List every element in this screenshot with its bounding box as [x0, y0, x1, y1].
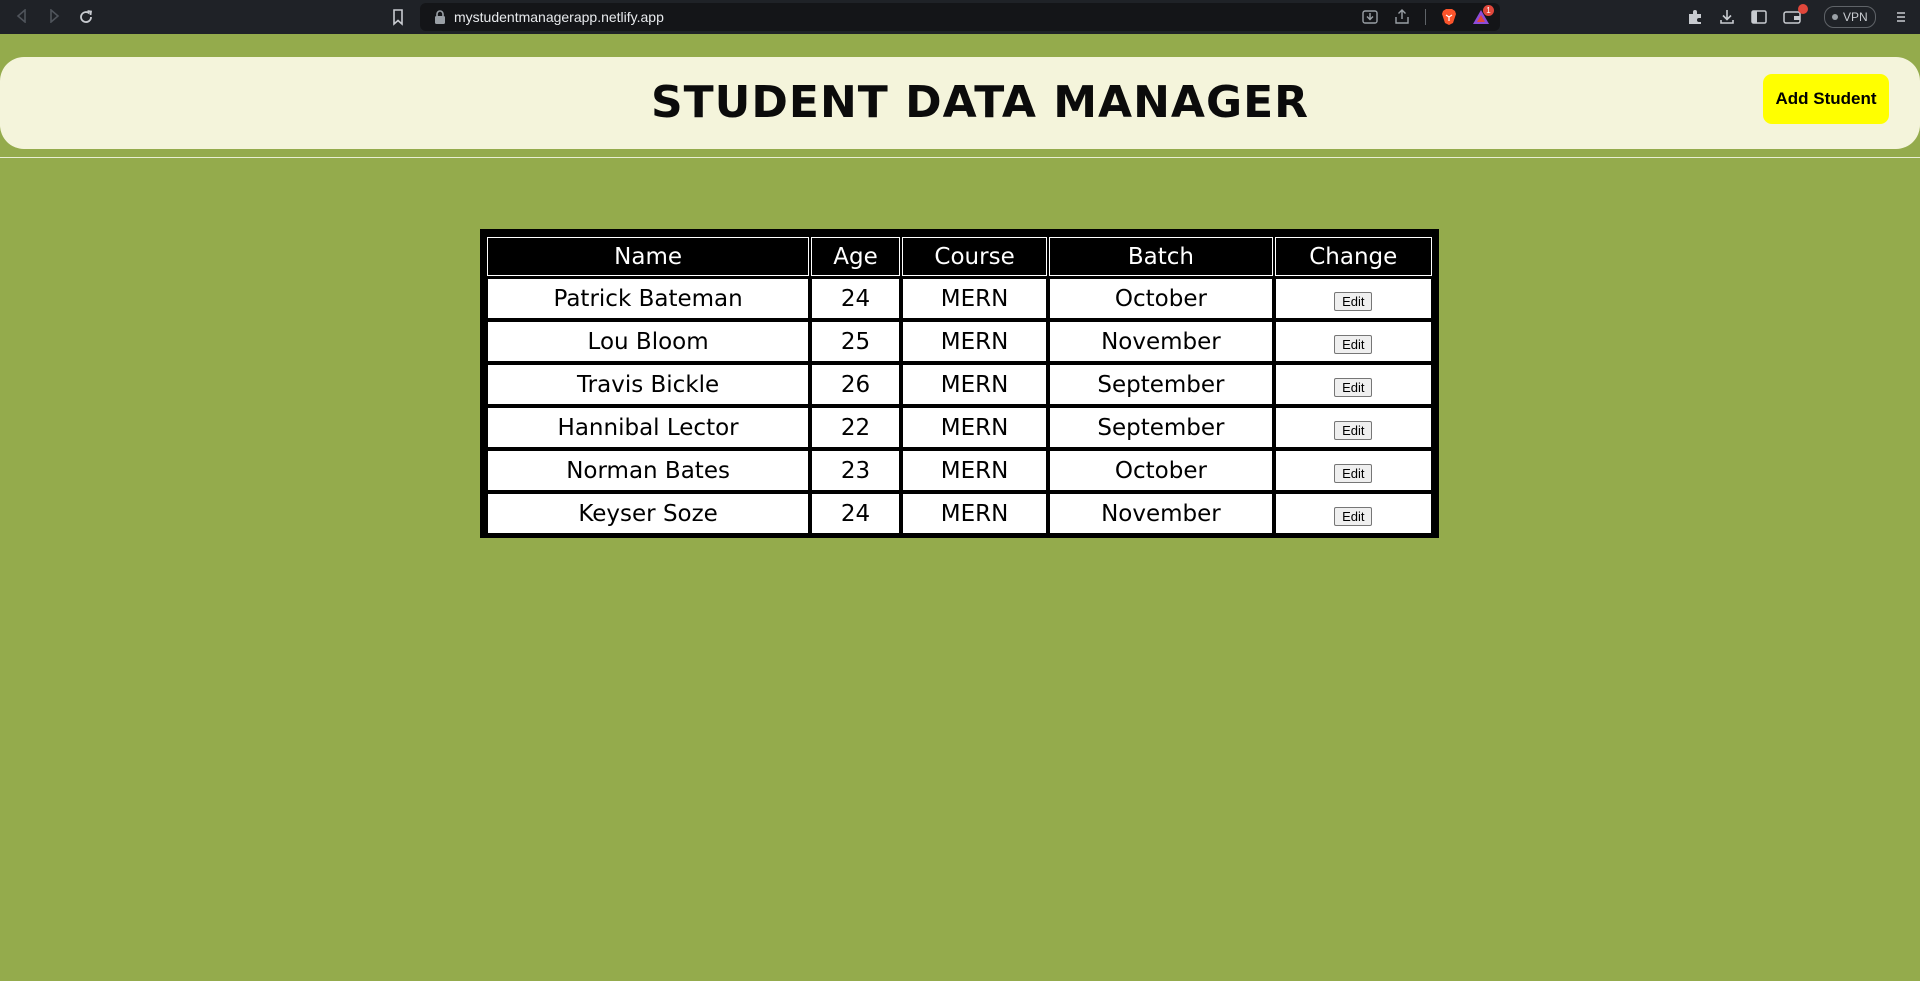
- student-batch: September: [1049, 364, 1273, 405]
- column-header-age: Age: [811, 237, 900, 276]
- app-header: STUDENT DATA MANAGER Add Student: [0, 57, 1920, 149]
- table-row: Travis Bickle 26 MERN September Edit: [487, 364, 1432, 405]
- change-cell: Edit: [1274, 450, 1432, 491]
- student-course: MERN: [901, 364, 1048, 405]
- edit-button[interactable]: Edit: [1334, 420, 1373, 440]
- table-row: Patrick Bateman 24 MERN October Edit: [487, 278, 1432, 319]
- student-name: Travis Bickle: [487, 364, 810, 405]
- downloads-icon[interactable]: [1718, 8, 1736, 26]
- student-age: 22: [811, 407, 900, 448]
- url-text: mystudentmanagerapp.netlify.app: [454, 9, 664, 25]
- student-age: 23: [811, 450, 900, 491]
- student-batch: October: [1049, 278, 1273, 319]
- student-name: Patrick Bateman: [487, 278, 810, 319]
- change-cell: Edit: [1274, 407, 1432, 448]
- student-age: 24: [811, 278, 900, 319]
- table-row: Lou Bloom 25 MERN November Edit: [487, 321, 1432, 362]
- share-icon[interactable]: [1393, 8, 1411, 26]
- change-cell: Edit: [1274, 321, 1432, 362]
- change-cell: Edit: [1274, 364, 1432, 405]
- student-course: MERN: [901, 493, 1048, 534]
- student-batch: September: [1049, 407, 1273, 448]
- student-table: Name Age Course Batch Change Patrick Bat…: [485, 235, 1434, 536]
- column-header-batch: Batch: [1049, 237, 1273, 276]
- vpn-label: VPN: [1843, 10, 1868, 24]
- student-name: Hannibal Lector: [487, 407, 810, 448]
- menu-icon[interactable]: [1894, 7, 1908, 27]
- browser-toolbar: mystudentmanagerapp.netlify.app 1 VPN: [0, 0, 1920, 34]
- vpn-status-dot: [1832, 14, 1838, 20]
- sidebar-icon[interactable]: [1750, 8, 1768, 26]
- forward-icon[interactable]: [44, 7, 64, 27]
- change-cell: Edit: [1274, 493, 1432, 534]
- back-icon[interactable]: [12, 7, 32, 27]
- student-batch: October: [1049, 450, 1273, 491]
- table-row: Keyser Soze 24 MERN November Edit: [487, 493, 1432, 534]
- vpn-button[interactable]: VPN: [1824, 6, 1876, 28]
- student-name: Lou Bloom: [487, 321, 810, 362]
- page-title: STUDENT DATA MANAGER: [650, 77, 1310, 128]
- student-age: 25: [811, 321, 900, 362]
- add-student-button[interactable]: Add Student: [1763, 74, 1889, 124]
- bookmark-icon[interactable]: [388, 7, 408, 27]
- edit-button[interactable]: Edit: [1334, 377, 1373, 397]
- install-app-icon[interactable]: [1361, 8, 1379, 26]
- student-table-container: Name Age Course Batch Change Patrick Bat…: [480, 229, 1439, 538]
- address-bar[interactable]: mystudentmanagerapp.netlify.app 1: [420, 3, 1500, 31]
- student-name: Norman Bates: [487, 450, 810, 491]
- reload-icon[interactable]: [76, 7, 96, 27]
- column-header-change: Change: [1274, 237, 1432, 276]
- student-course: MERN: [901, 450, 1048, 491]
- edit-button[interactable]: Edit: [1334, 291, 1373, 311]
- table-header-row: Name Age Course Batch Change: [487, 237, 1432, 276]
- student-batch: November: [1049, 493, 1273, 534]
- column-header-course: Course: [901, 237, 1048, 276]
- student-name: Keyser Soze: [487, 493, 810, 534]
- brave-shields-icon[interactable]: [1440, 8, 1458, 26]
- wallet-icon[interactable]: [1782, 4, 1808, 27]
- brave-rewards-icon[interactable]: 1: [1472, 5, 1494, 26]
- student-age: 24: [811, 493, 900, 534]
- edit-button[interactable]: Edit: [1334, 506, 1373, 526]
- student-age: 26: [811, 364, 900, 405]
- rewards-badge: 1: [1483, 5, 1494, 16]
- table-row: Hannibal Lector 22 MERN September Edit: [487, 407, 1432, 448]
- student-course: MERN: [901, 407, 1048, 448]
- wallet-notification-dot: [1798, 4, 1808, 14]
- edit-button[interactable]: Edit: [1334, 334, 1373, 354]
- student-batch: November: [1049, 321, 1273, 362]
- student-course: MERN: [901, 321, 1048, 362]
- extensions-icon[interactable]: [1686, 8, 1704, 26]
- edit-button[interactable]: Edit: [1334, 463, 1373, 483]
- change-cell: Edit: [1274, 278, 1432, 319]
- header-divider: [0, 157, 1920, 158]
- table-row: Norman Bates 23 MERN October Edit: [487, 450, 1432, 491]
- separator: [1425, 9, 1426, 25]
- student-course: MERN: [901, 278, 1048, 319]
- column-header-name: Name: [487, 237, 810, 276]
- lock-icon: [435, 10, 445, 24]
